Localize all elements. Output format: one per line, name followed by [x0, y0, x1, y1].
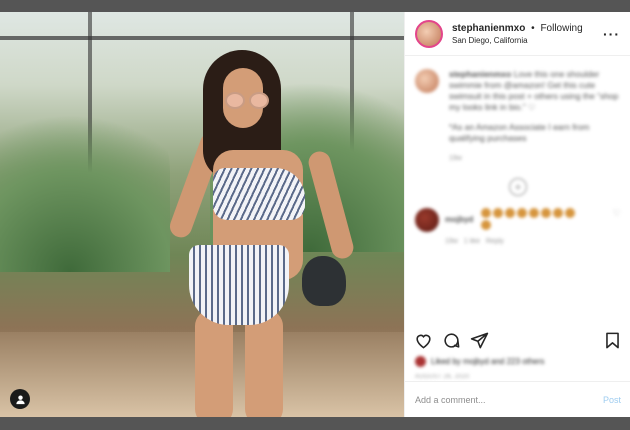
- avatar[interactable]: [415, 208, 439, 232]
- heart-icon[interactable]: [413, 330, 433, 350]
- comment-item: mojbyd 19w 1 like Reply ♡: [415, 208, 621, 245]
- leg: [195, 310, 233, 417]
- header-meta: stephanienmxo • Following San Diego, Cal…: [452, 23, 603, 45]
- heart-icon[interactable]: ♡: [613, 208, 621, 219]
- post-modal: stephanienmxo • Following San Diego, Cal…: [0, 12, 630, 417]
- share-icon[interactable]: [469, 330, 489, 350]
- avatar[interactable]: [415, 69, 439, 93]
- swimsuit-bottom: [189, 245, 289, 325]
- comment-time: 19w: [445, 238, 458, 245]
- reply-button[interactable]: Reply: [486, 238, 504, 245]
- likes-text: Liked by mojbyd and 223 others: [431, 357, 545, 366]
- post-sidebar: stephanienmxo • Following San Diego, Cal…: [404, 12, 630, 417]
- comment-emojis: [481, 208, 581, 230]
- palm-frond: [0, 72, 170, 272]
- comment-input[interactable]: Add a comment...: [415, 395, 603, 405]
- comment-box: Add a comment... Post: [405, 381, 630, 417]
- caption-disclaimer: *As an Amazon Associate I earn from qual…: [449, 122, 590, 143]
- separator-dot: •: [531, 22, 535, 34]
- comment-icon[interactable]: [441, 330, 461, 350]
- more-options-icon[interactable]: ···: [603, 26, 620, 42]
- post-button[interactable]: Post: [603, 395, 621, 405]
- person: [165, 50, 370, 417]
- post-photo[interactable]: [0, 12, 404, 417]
- comment-username[interactable]: mojbyd: [445, 215, 473, 224]
- avatar: [415, 356, 426, 367]
- comments-area[interactable]: stephanienmxo Love this one shoulder swi…: [405, 57, 630, 317]
- action-bar: [413, 328, 622, 352]
- comment-likes[interactable]: 1 like: [464, 238, 480, 245]
- caption-username[interactable]: stephanienmxo: [449, 69, 511, 79]
- bookmark-icon[interactable]: [602, 330, 622, 350]
- caption: stephanienmxo Love this one shoulder swi…: [415, 69, 621, 164]
- username-link[interactable]: stephanienmxo: [452, 23, 525, 34]
- swimsuit-top: [213, 168, 305, 220]
- arm: [306, 149, 356, 261]
- post-date: AUGUST 26, 2020: [415, 374, 470, 380]
- location-link[interactable]: San Diego, California: [452, 36, 603, 45]
- avatar[interactable]: [415, 19, 443, 48]
- load-more-icon[interactable]: +: [509, 178, 527, 196]
- sunglasses-lens: [225, 92, 245, 109]
- profile-tag-icon[interactable]: [10, 389, 30, 409]
- likes-summary[interactable]: Liked by mojbyd and 223 others: [415, 356, 544, 367]
- post-header: stephanienmxo • Following San Diego, Cal…: [405, 12, 630, 56]
- leg: [245, 310, 283, 417]
- caption-time: 19w: [449, 155, 462, 162]
- following-button[interactable]: Following: [540, 23, 582, 34]
- sunglasses-lens: [249, 92, 269, 109]
